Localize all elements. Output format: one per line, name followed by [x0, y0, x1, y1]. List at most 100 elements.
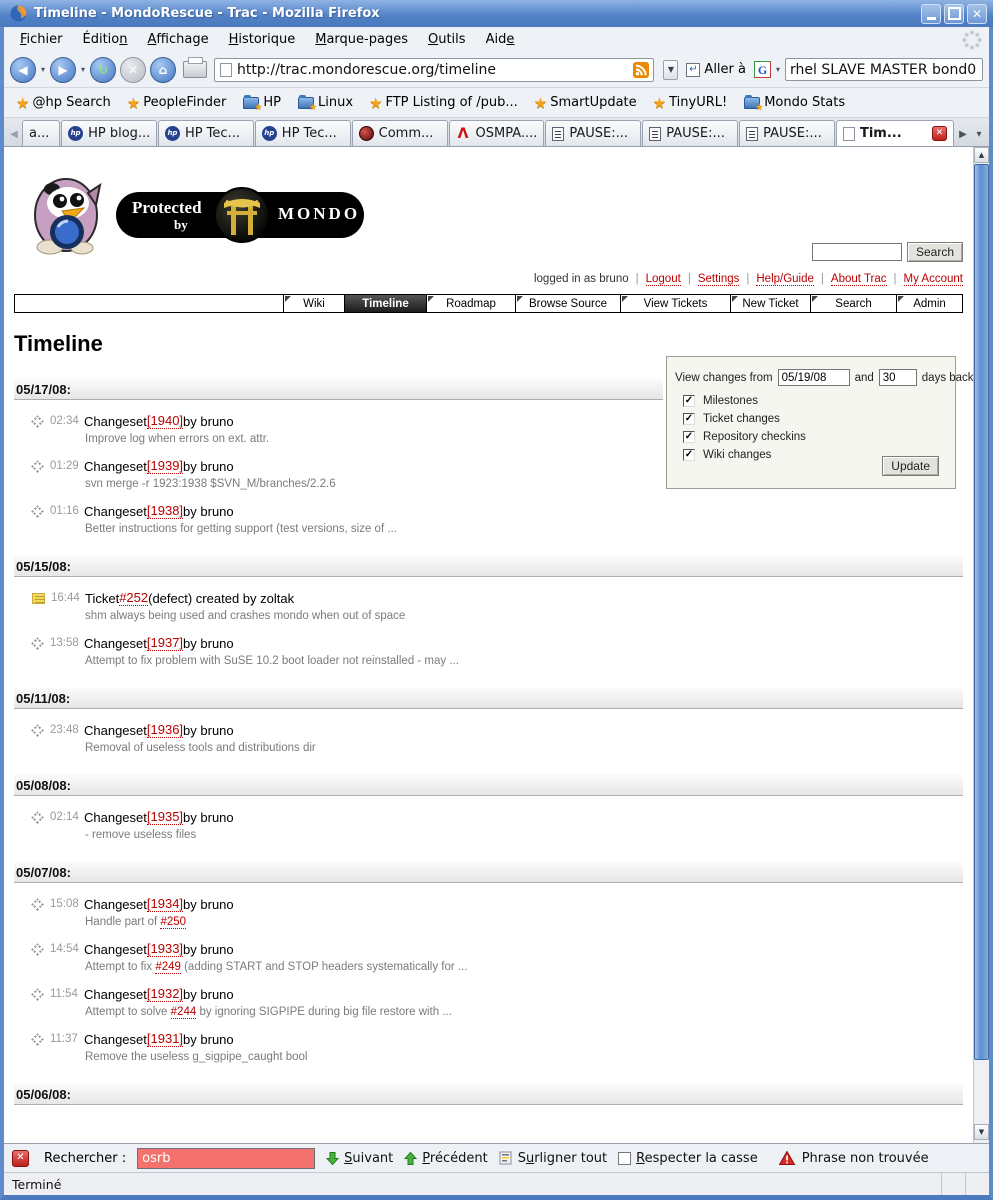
home-button[interactable]: ⌂: [150, 57, 176, 83]
url-dropdown[interactable]: ▼: [663, 60, 678, 80]
tab-close-button[interactable]: ✕: [932, 126, 947, 141]
bookmark-linux[interactable]: Linux: [297, 95, 353, 110]
metanav-link-my-account[interactable]: My Account: [904, 273, 963, 286]
changeset-link[interactable]: [1936]: [147, 722, 183, 738]
close-button[interactable]: ✕: [967, 4, 987, 24]
tab-scroll-left-button[interactable]: ◀: [6, 122, 22, 146]
filter-days-input[interactable]: [879, 369, 917, 386]
web-search-input[interactable]: [785, 58, 983, 81]
match-case-checkbox[interactable]: Respecter la casse: [618, 1151, 758, 1166]
scroll-down-button[interactable]: ▼: [974, 1124, 989, 1140]
bookmark-tinyurl[interactable]: ★TinyURL!: [653, 94, 728, 112]
checkbox-icon[interactable]: ✓: [683, 413, 695, 425]
highlight-all-button[interactable]: Surligner tout: [499, 1151, 607, 1166]
changeset-link[interactable]: [1932]: [147, 986, 183, 1002]
filter-checkbox-ticket-changes[interactable]: ✓Ticket changes: [683, 412, 955, 426]
stop-button[interactable]: ✕: [120, 57, 146, 83]
protected-by-mondo-banner[interactable]: Protected by MONDO: [116, 192, 364, 238]
mainnav-tab-search[interactable]: Search: [810, 295, 896, 312]
browser-tab[interactable]: ΛOSMPA....: [449, 120, 545, 146]
browser-tab[interactable]: PAUSE:...: [739, 120, 835, 146]
filter-checkbox-repository-checkins[interactable]: ✓Repository checkins: [683, 430, 955, 444]
find-close-button[interactable]: ✕: [12, 1150, 29, 1167]
menu-affichage[interactable]: Affichage: [138, 29, 219, 50]
changeset-link[interactable]: [1937]: [147, 635, 183, 651]
mondo-penguin-logo[interactable]: [30, 175, 104, 258]
vertical-scrollbar[interactable]: ▲ ▼: [973, 147, 989, 1143]
all-tabs-dropdown[interactable]: ▾: [971, 122, 987, 146]
trac-search-input[interactable]: [812, 243, 902, 261]
ticket-link[interactable]: #249: [155, 961, 181, 974]
changeset-link[interactable]: [1935]: [147, 809, 183, 825]
menu-dition[interactable]: Édition: [73, 29, 138, 50]
browser-tab[interactable]: Comm...: [352, 120, 448, 146]
trac-search-button[interactable]: Search: [907, 242, 963, 262]
bookmark-hp[interactable]: HP: [242, 95, 281, 110]
checkbox-icon[interactable]: ✓: [683, 449, 695, 461]
checkbox-icon[interactable]: [618, 1152, 631, 1165]
google-engine-icon[interactable]: G: [754, 61, 771, 78]
checkbox-icon[interactable]: ✓: [683, 431, 695, 443]
changeset-link[interactable]: [1940]: [147, 413, 183, 429]
find-next-button[interactable]: Suivant: [326, 1151, 393, 1166]
changeset-link[interactable]: [1939]: [147, 458, 183, 474]
filter-checkbox-milestones[interactable]: ✓Milestones: [683, 394, 955, 408]
find-prev-button[interactable]: Précédent: [404, 1151, 487, 1166]
changeset-link[interactable]: [1938]: [147, 503, 183, 519]
print-button[interactable]: [183, 61, 207, 78]
forward-button[interactable]: ▶: [50, 57, 76, 83]
browser-tab[interactable]: Tim...✕: [836, 120, 954, 146]
mainnav-tab-browse-source[interactable]: Browse Source: [515, 295, 620, 312]
browser-tab[interactable]: hpHP blog...: [61, 120, 157, 146]
browser-tab[interactable]: hpHP Tec...: [158, 120, 254, 146]
mainnav-tab-wiki[interactable]: Wiki: [283, 295, 344, 312]
ticket-link[interactable]: #250: [160, 916, 186, 929]
mainnav-tab-view-tickets[interactable]: View Tickets: [620, 295, 730, 312]
filter-update-button[interactable]: Update: [882, 456, 939, 476]
url-input[interactable]: [237, 62, 632, 78]
filter-from-input[interactable]: [778, 369, 850, 386]
browser-tab[interactable]: PAUSE:...: [545, 120, 641, 146]
forward-history-dropdown[interactable]: ▾: [80, 65, 86, 74]
go-button[interactable]: ↵ Aller à: [682, 62, 750, 77]
menu-fichier[interactable]: Fichier: [10, 29, 73, 50]
changeset-link[interactable]: [1933]: [147, 941, 183, 957]
menu-historique[interactable]: Historique: [219, 29, 306, 50]
bookmark-smartupdate[interactable]: ★SmartUpdate: [534, 94, 637, 112]
changeset-link[interactable]: [1934]: [147, 896, 183, 912]
rss-feed-icon[interactable]: [632, 61, 650, 79]
metanav-link-help-guide[interactable]: Help/Guide: [756, 273, 814, 286]
bookmark-hp-search[interactable]: ★@hp Search: [16, 94, 111, 112]
checkbox-icon[interactable]: ✓: [683, 395, 695, 407]
tab-scroll-right-button[interactable]: ▶: [955, 122, 971, 146]
mainnav-tab-timeline[interactable]: Timeline: [344, 295, 426, 312]
browser-tab[interactable]: a...: [22, 120, 60, 146]
reload-button[interactable]: ↻: [90, 57, 116, 83]
metanav-link-logout[interactable]: Logout: [646, 273, 681, 286]
metanav-link-about-trac[interactable]: About Trac: [831, 273, 887, 286]
mainnav-tab-roadmap[interactable]: Roadmap: [426, 295, 515, 312]
minimize-button[interactable]: [921, 4, 941, 24]
browser-tab[interactable]: PAUSE:...: [642, 120, 738, 146]
back-button[interactable]: ◀: [10, 57, 36, 83]
find-input[interactable]: [137, 1148, 315, 1169]
mainnav-tab-new-ticket[interactable]: New Ticket: [730, 295, 810, 312]
menu-outils[interactable]: Outils: [418, 29, 476, 50]
maximize-button[interactable]: [944, 4, 964, 24]
ticket-link[interactable]: #252: [119, 590, 148, 606]
menu-aide[interactable]: Aide: [476, 29, 525, 50]
mainnav-tab-admin[interactable]: Admin: [896, 295, 962, 312]
scrollbar-thumb[interactable]: [974, 164, 989, 1060]
search-engine-dropdown[interactable]: ▾: [775, 65, 781, 74]
resize-grip[interactable]: [965, 1173, 989, 1195]
bookmark-peoplefinder[interactable]: ★PeopleFinder: [127, 94, 227, 112]
browser-tab[interactable]: hpHP Tec...: [255, 120, 351, 146]
ticket-link[interactable]: #244: [171, 1006, 197, 1019]
bookmark-ftp-listing-of-pub[interactable]: ★FTP Listing of /pub...: [369, 94, 518, 112]
changeset-link[interactable]: [1931]: [147, 1031, 183, 1047]
metanav-link-settings[interactable]: Settings: [698, 273, 740, 286]
bookmark-mondo-stats[interactable]: Mondo Stats: [743, 95, 845, 110]
scroll-up-button[interactable]: ▲: [974, 147, 989, 163]
menu-marque-pages[interactable]: Marque-pages: [305, 29, 418, 50]
back-history-dropdown[interactable]: ▾: [40, 65, 46, 74]
